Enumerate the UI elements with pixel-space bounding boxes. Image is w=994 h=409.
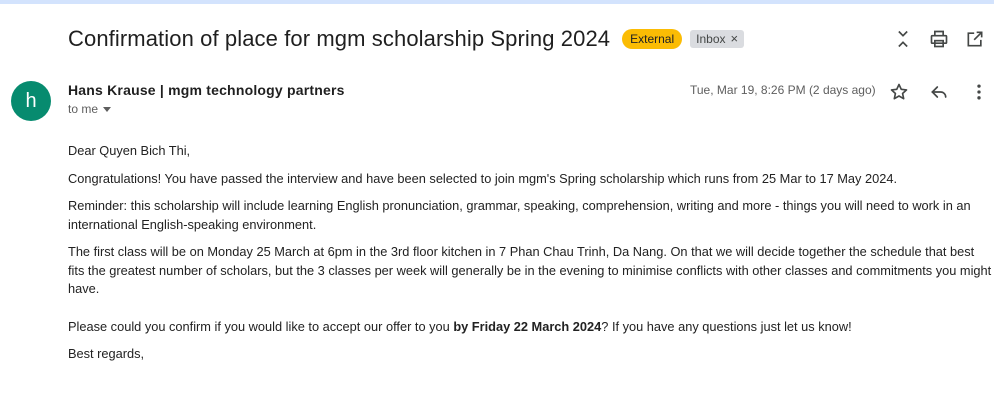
inbox-label[interactable]: Inbox ×	[690, 30, 745, 48]
reply-icon	[931, 86, 947, 98]
star-icon	[890, 83, 908, 100]
message-date: Tue, Mar 19, 8:26 PM (2 days ago)	[690, 83, 876, 97]
open-in-new-icon	[967, 31, 983, 47]
message-body: Dear Quyen Bich Thi, Congratulations! Yo…	[68, 142, 992, 373]
more-vert-icon	[977, 84, 981, 100]
star-button[interactable]	[886, 79, 912, 105]
confirm-deadline: by Friday 22 March 2024	[453, 318, 602, 334]
collapse-expand-icon	[898, 30, 908, 48]
paragraph-first-class: The first class will be on Monday 25 Mar…	[68, 244, 992, 296]
closing: Best regards,	[68, 346, 145, 361]
top-strip	[0, 0, 994, 4]
reply-button[interactable]	[926, 79, 952, 105]
open-in-new-window-button[interactable]	[962, 26, 988, 52]
avatar[interactable]: h	[11, 81, 51, 121]
print-icon	[930, 30, 948, 48]
sender-name: Hans Krause | mgm technology partners	[68, 82, 345, 98]
recipient-label: to me	[68, 102, 99, 116]
paragraph-congratulations: Congratulations! You have passed the int…	[68, 170, 898, 186]
subject-row: Confirmation of place for mgm scholarshi…	[68, 24, 745, 54]
inbox-label-text: Inbox	[696, 32, 726, 46]
chevron-down-icon	[103, 106, 112, 112]
paragraph-confirm: Please could you confirm if you would li…	[68, 318, 992, 337]
greeting: Dear Quyen Bich Thi,	[68, 143, 191, 158]
recipient-details-toggle[interactable]: to me	[68, 102, 112, 116]
confirm-text-before: Please could you confirm if you would li…	[68, 318, 454, 334]
email-subject: Confirmation of place for mgm scholarshi…	[68, 26, 611, 51]
remove-label-icon[interactable]: ×	[731, 32, 739, 46]
print-button[interactable]	[926, 26, 952, 52]
confirm-text-after: ? If you have any questions just let us …	[601, 318, 852, 334]
message-actions	[886, 79, 994, 105]
external-badge: External	[622, 29, 683, 49]
expand-all-button[interactable]	[890, 26, 916, 52]
paragraph-reminder: Reminder: this scholarship will include …	[68, 198, 971, 232]
more-options-button[interactable]	[966, 79, 992, 105]
thread-actions	[880, 26, 988, 52]
